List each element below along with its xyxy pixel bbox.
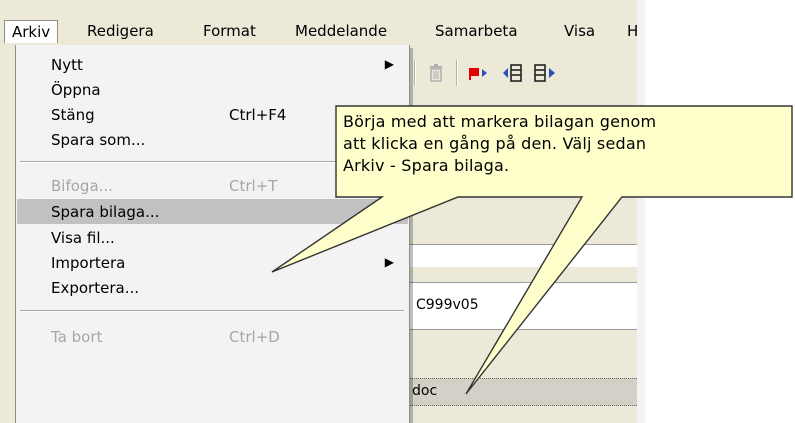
callout-balloon — [271, 105, 793, 395]
callout-line: Arkiv - Spara bilaga. — [343, 156, 510, 175]
callout-line: att klicka en gång på den. Välj sedan — [343, 134, 647, 153]
callout-line: Börja med att markera bilagan genom — [343, 112, 657, 131]
callout-text: Börja med att markera bilagan genom att … — [343, 111, 793, 177]
